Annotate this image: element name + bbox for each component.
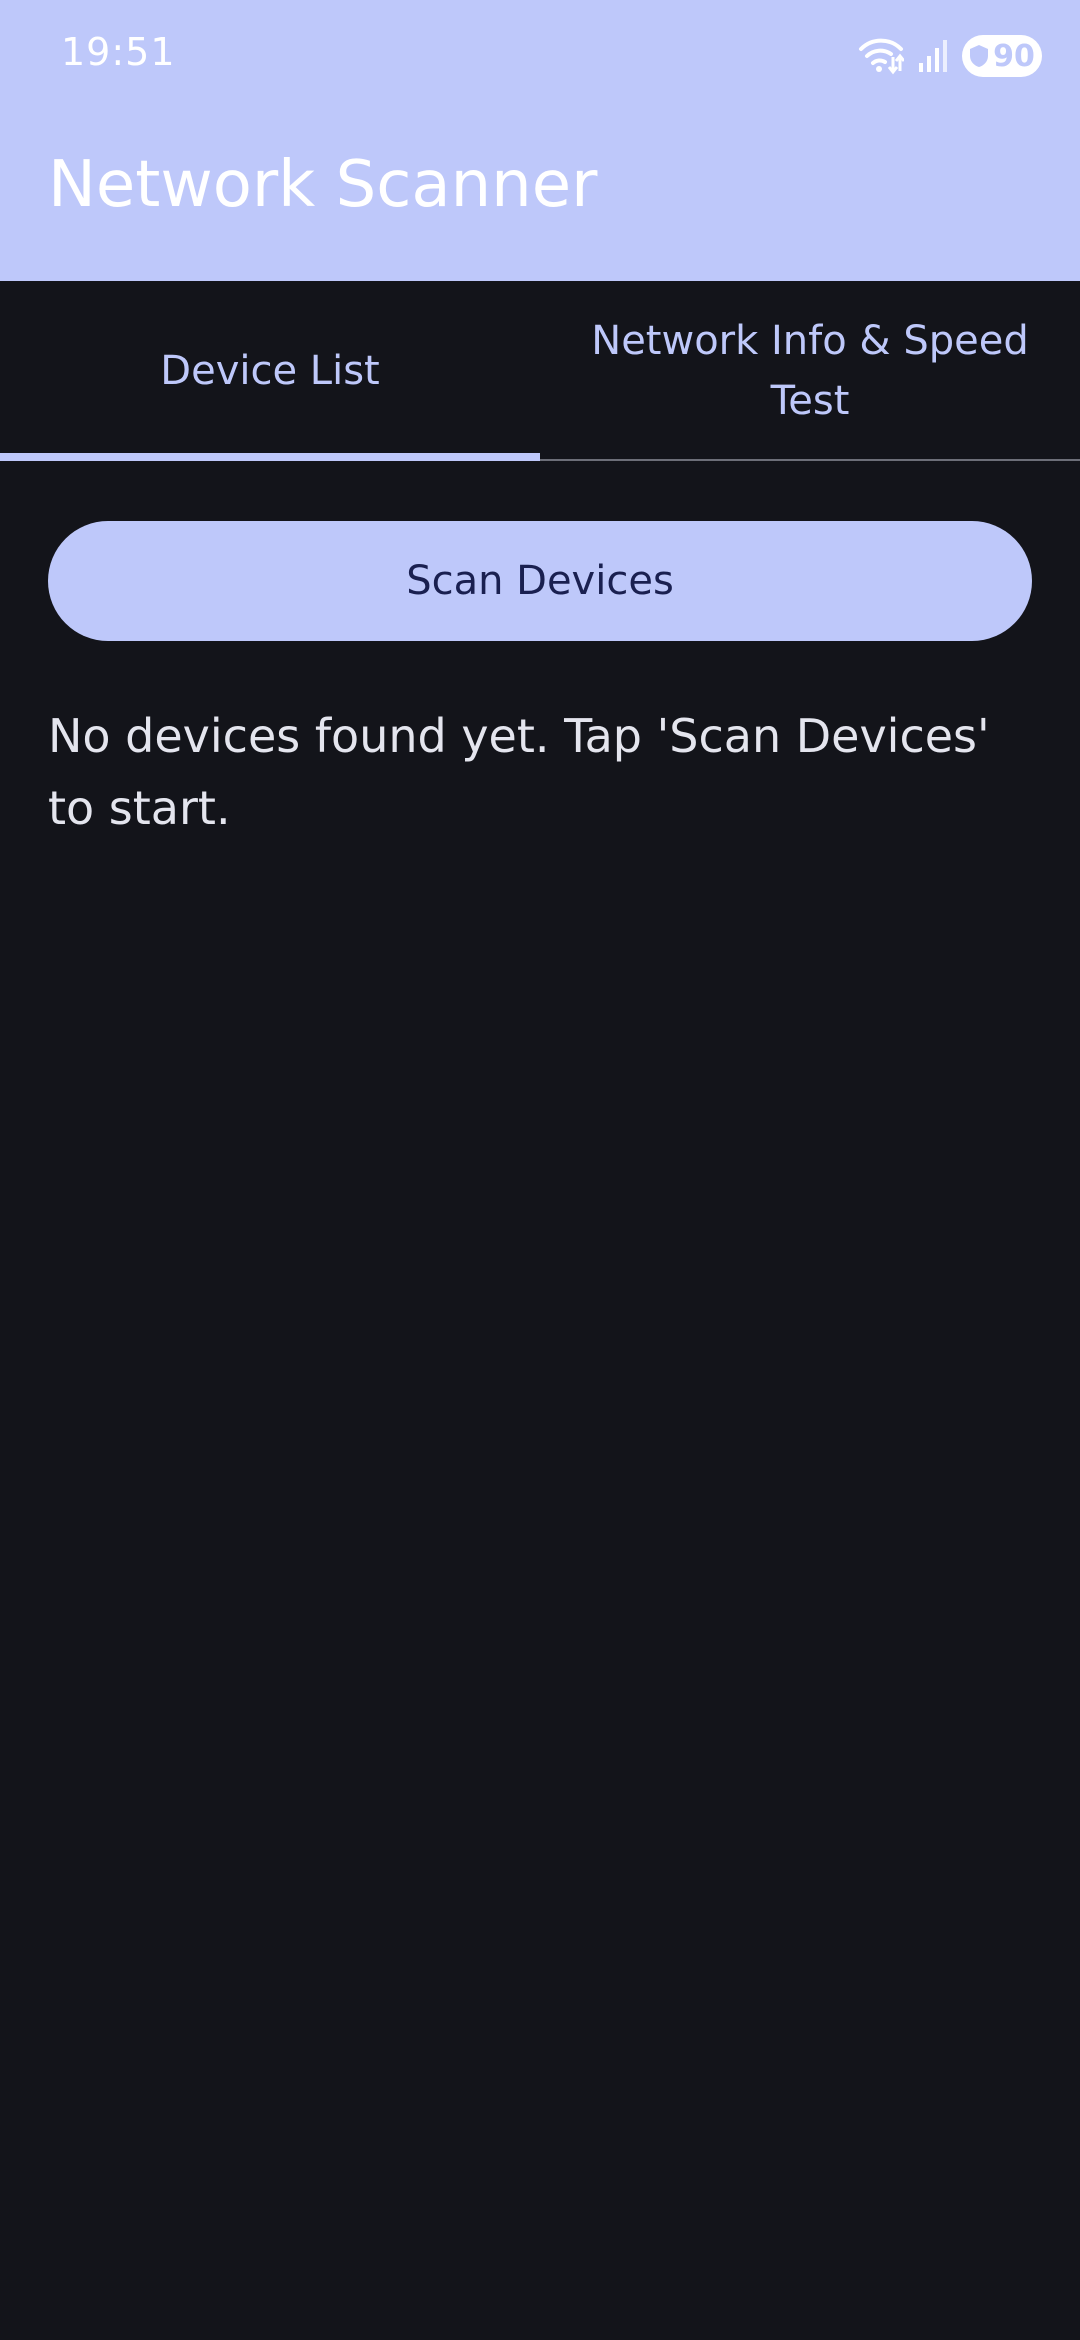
status-bar: 19:51 90 [0,0,1080,110]
scan-devices-button[interactable]: Scan Devices [48,521,1032,641]
tab-device-list[interactable]: Device List [0,281,540,461]
signal-icon [918,39,948,73]
tab-bar: Device List Network Info & Speed Test [0,281,1080,461]
tab-network-info[interactable]: Network Info & Speed Test [540,281,1080,461]
tab-indicator [0,453,540,461]
shield-icon [970,45,989,67]
tab-label: Device List [160,348,380,394]
empty-state-message: No devices found yet. Tap 'Scan Devices'… [48,709,990,835]
wifi-icon [858,37,904,75]
scan-button-label: Scan Devices [406,558,674,604]
tab-label: Network Info & Speed Test [591,318,1029,424]
status-icons: 90 [858,34,1042,78]
status-time: 19:51 [61,30,176,74]
battery-icon: 90 [962,35,1042,77]
battery-level: 90 [993,38,1035,74]
app-title: Network Scanner [48,148,598,222]
app-header: 19:51 90 Network Scanner [0,0,1080,281]
